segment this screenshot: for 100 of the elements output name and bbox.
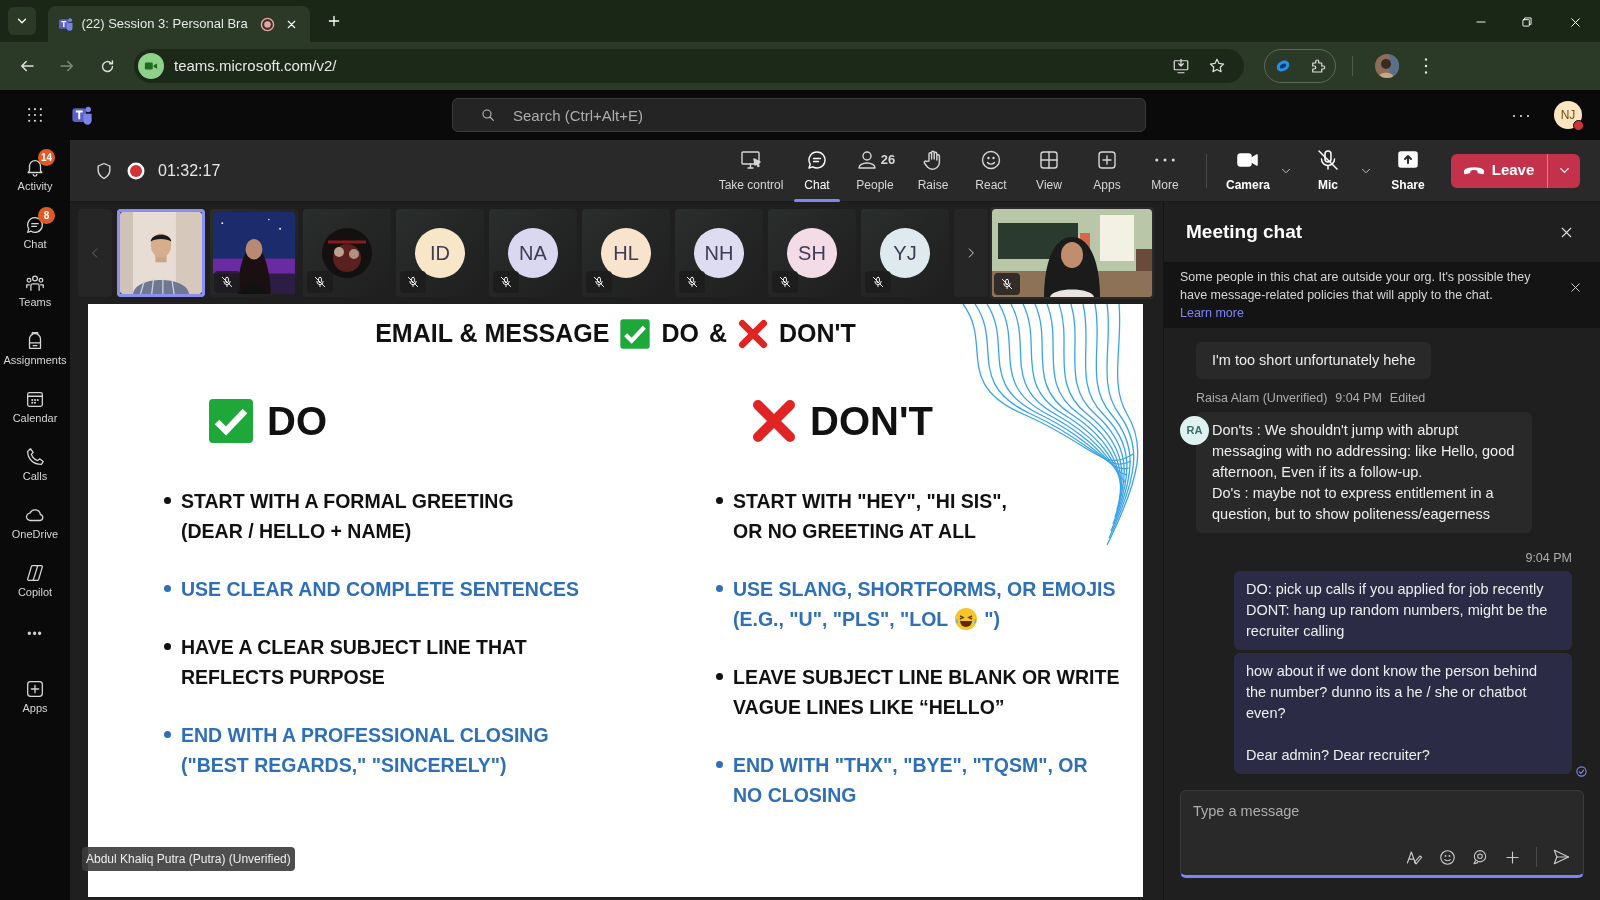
- notice-text: Some people in this chat are outside your org. It's possible they have message-related policies that will apply to the chat. Learn more: [1180, 269, 1532, 322]
- toolbar-button[interactable]: View: [1020, 139, 1078, 202]
- more-apps-button[interactable]: •••: [27, 625, 43, 643]
- participant-tile[interactable]: HL: [582, 209, 670, 297]
- mic-off-icon: [871, 275, 885, 289]
- star-icon: [1208, 57, 1226, 75]
- panel-title: Meeting chat: [1186, 219, 1304, 244]
- rail-item[interactable]: Calls: [1, 435, 69, 493]
- message-bubble: DO: pick up calls if you applied for job recently DONT: hang up random numbers, might be the recruiter calling: [1234, 570, 1572, 650]
- chat-icon: [24, 214, 46, 236]
- site-info-icon[interactable]: [138, 53, 164, 79]
- bullet-text: USE SLANG, SHORTFORMS, OR EMOJIS (E.G., "U", "PLS", "LOL "): [733, 577, 1116, 633]
- puzzle-icon: [1309, 57, 1327, 75]
- phone-icon: [24, 446, 46, 468]
- browser-tab[interactable]: (22) Session 3: Personal Bra: [48, 6, 310, 42]
- rail-item[interactable]: Teams: [1, 261, 69, 319]
- avatar: YJ: [880, 228, 930, 278]
- bullet-text: END WITH A PROFESSIONAL CLOSING ("BEST REGARDS," "SINCERELY"): [181, 723, 549, 778]
- toolbar-button[interactable]: 26 People: [846, 139, 904, 202]
- bullet-text: HAVE A CLEAR SUBJECT LINE THAT REFLECTS PURPOSE: [181, 635, 527, 690]
- participant-tile[interactable]: YJ: [861, 209, 949, 297]
- leave-options-button[interactable]: [1547, 153, 1580, 188]
- participant-tile[interactable]: ID: [396, 209, 484, 297]
- slide-title: &: [708, 318, 728, 350]
- mic-off-icon: [1316, 147, 1340, 172]
- message-input-field[interactable]: Type a message: [1193, 801, 1571, 823]
- avatar: RA: [1180, 415, 1209, 445]
- toolbar-button[interactable]: Chat: [788, 139, 846, 202]
- learn-more-link[interactable]: Learn more: [1180, 306, 1244, 320]
- bullet-icon: [716, 585, 723, 592]
- slide-title: DON'T: [779, 318, 856, 350]
- slide-title: DO: [661, 318, 699, 350]
- rail-item[interactable]: Calendar: [1, 377, 69, 435]
- device-button[interactable]: Camera: [1219, 139, 1277, 202]
- mic-off-icon: [1000, 277, 1014, 291]
- check-mark-icon: [619, 318, 652, 350]
- rail-item[interactable]: Chat 8: [1, 203, 69, 261]
- bullet-text: END WITH "THX", "BYE", "TQSM", OR NO CLOSING: [733, 753, 1088, 808]
- mic-off-icon: [220, 275, 234, 289]
- bullet-icon: [716, 761, 723, 768]
- column-heading: DON'T: [810, 398, 933, 445]
- search-field[interactable]: Search (Ctrl+Alt+E): [452, 98, 1146, 132]
- mic-off-icon: [406, 275, 420, 289]
- plus-square-icon: [24, 678, 46, 700]
- rail-item[interactable]: Activity 14: [1, 145, 69, 203]
- install-icon: [1172, 57, 1190, 75]
- toolbar-button[interactable]: React: [962, 139, 1020, 202]
- people-group-icon: [24, 272, 46, 294]
- bullet-icon: [164, 731, 171, 738]
- search-icon: [480, 107, 496, 123]
- message-time: 9:04 PM: [1525, 549, 1572, 567]
- bullet-icon: [716, 497, 723, 504]
- avatar: SH: [787, 228, 837, 278]
- edited-label: Edited: [1389, 390, 1426, 407]
- participant-tile[interactable]: SH: [768, 209, 856, 297]
- message-author: Raisa Alam (Unverified): [1196, 390, 1328, 407]
- participant-tile[interactable]: NA: [489, 209, 577, 297]
- mic-off-icon: [592, 275, 606, 289]
- mic-off-icon: [313, 275, 327, 289]
- message-time: 9:04 PM: [1335, 390, 1382, 407]
- tab-list-button[interactable]: [8, 7, 36, 35]
- profile-avatar[interactable]: NJ: [1554, 101, 1582, 129]
- rail-item[interactable]: Apps: [1, 667, 69, 725]
- device-button[interactable]: Mic: [1299, 139, 1357, 202]
- message-bubble: I'm too short unfortunately hehe: [1196, 342, 1432, 379]
- bullet-icon: [164, 643, 171, 650]
- bullet-text: LEAVE SUBJECT LINE BLANK OR WRITE VAGUE LINES LIKE “HELLO”: [733, 665, 1120, 720]
- participant-tile[interactable]: NH: [675, 209, 763, 297]
- rail-item[interactable]: Copilot: [1, 551, 69, 609]
- more-options-button[interactable]: ···: [1511, 101, 1532, 129]
- app-launcher-icon: [25, 105, 45, 125]
- avatar: NH: [694, 228, 744, 278]
- device-button[interactable]: Share: [1379, 139, 1437, 202]
- toolbar-button[interactable]: Apps: [1078, 139, 1136, 202]
- bullet-text: START WITH A FORMAL GREETING (DEAR / HELLO + NAME): [181, 489, 514, 544]
- toolbar-button[interactable]: Take control: [714, 139, 788, 202]
- more-icon: [1155, 157, 1175, 162]
- menu-icon: [1424, 58, 1428, 74]
- teams-logo-icon: [70, 104, 94, 126]
- sticker-icon: [1471, 848, 1489, 866]
- toolbar-button[interactable]: More: [1136, 139, 1194, 202]
- notification-badge: 14: [38, 149, 56, 166]
- slide-title: EMAIL & MESSAGE: [375, 318, 610, 350]
- send-icon: [1551, 847, 1571, 867]
- leave-button[interactable]: Leave: [1451, 153, 1547, 188]
- rail-item[interactable]: OneDrive: [1, 493, 69, 551]
- bullet-icon: [164, 585, 171, 592]
- cross-mark-icon: [750, 397, 798, 445]
- avatar: ID: [415, 228, 465, 278]
- address-bar[interactable]: teams.microsoft.com/v2/: [134, 49, 1244, 83]
- restore-icon: [1520, 15, 1534, 29]
- message-bubble: how about if we dont know the person behind the number? dunno its a he / she or chatbot even? Dear admin? Dear recruiter?: [1234, 652, 1572, 774]
- notification-badge: 8: [38, 207, 55, 224]
- copilot-icon: [24, 562, 46, 584]
- toolbar-button[interactable]: Raise: [904, 139, 962, 202]
- check-mark-icon: [207, 397, 255, 445]
- rail-item[interactable]: Assignments: [1, 319, 69, 377]
- column-heading: DO: [267, 398, 327, 445]
- plus-icon: [326, 13, 342, 29]
- bullet-icon: [164, 497, 171, 504]
